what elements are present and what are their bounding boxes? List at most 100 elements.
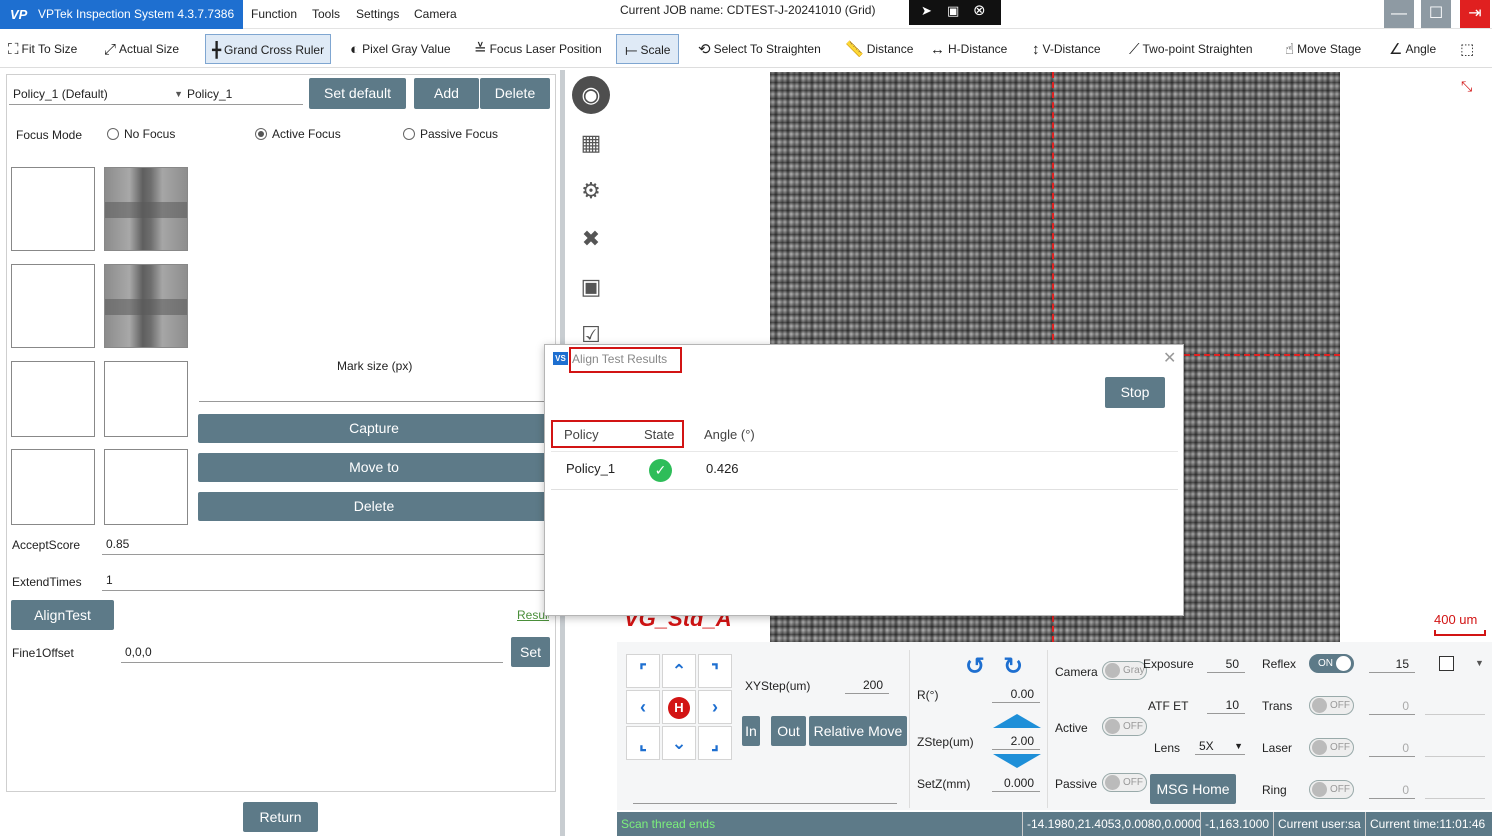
select-to-straighten-button[interactable]: ⟲ Select To Straighten bbox=[698, 34, 821, 64]
trans-toggle[interactable]: OFF bbox=[1309, 696, 1354, 715]
exposure-input[interactable]: 50 bbox=[1207, 655, 1245, 673]
home-button[interactable]: H bbox=[662, 690, 696, 724]
ring-select[interactable] bbox=[1425, 798, 1485, 799]
mark-slot[interactable] bbox=[11, 264, 95, 348]
v-distance-button[interactable]: ↕ V-Distance bbox=[1032, 34, 1101, 64]
h-distance-button[interactable]: ↔ H-Distance bbox=[930, 34, 1007, 64]
in-button[interactable]: In bbox=[742, 716, 760, 746]
active-toggle[interactable]: OFF bbox=[1102, 717, 1147, 736]
camera-icon[interactable]: ◉ bbox=[572, 76, 610, 114]
move-to-button[interactable]: Move to bbox=[198, 453, 550, 482]
atf-input[interactable]: 10 bbox=[1207, 696, 1245, 714]
mark-slot[interactable] bbox=[104, 449, 188, 525]
command-input[interactable] bbox=[633, 803, 897, 804]
laser-toggle[interactable]: OFF bbox=[1309, 738, 1354, 757]
align-test-button[interactable]: AlignTest bbox=[11, 600, 114, 630]
fine-offset-input[interactable]: 0,0,0 bbox=[121, 641, 503, 663]
mark-slot[interactable] bbox=[11, 361, 95, 437]
move-up-button[interactable]: ⌃ bbox=[662, 654, 696, 688]
ring-input[interactable]: 0 bbox=[1369, 781, 1415, 799]
settings-list-icon[interactable]: ⚙ bbox=[572, 172, 610, 210]
extend-times-input[interactable]: 1 bbox=[102, 569, 550, 591]
reflex-toggle[interactable]: ON bbox=[1309, 654, 1354, 673]
camera-gray-toggle[interactable]: Gray bbox=[1102, 661, 1147, 680]
grand-cross-ruler-button[interactable]: ╋ Grand Cross Ruler bbox=[205, 34, 332, 64]
z-up-icon[interactable] bbox=[993, 714, 1041, 728]
more-tools-icon[interactable]: ⬚ bbox=[1460, 34, 1486, 64]
laser-select[interactable] bbox=[1425, 756, 1485, 757]
exit-button[interactable]: ⇥ bbox=[1460, 0, 1490, 28]
menu-settings[interactable]: Settings bbox=[356, 0, 399, 29]
move-up-left-button[interactable]: ⌜ bbox=[626, 654, 660, 688]
minimize-button[interactable]: — bbox=[1384, 0, 1414, 28]
move-right-button[interactable]: › bbox=[698, 690, 732, 724]
move-down-left-button[interactable]: ⌞ bbox=[626, 726, 660, 760]
delete-policy-button[interactable]: Delete bbox=[480, 78, 550, 109]
reflex-input[interactable]: 15 bbox=[1369, 655, 1415, 673]
move-left-button[interactable]: ‹ bbox=[626, 690, 660, 724]
trans-input[interactable]: 0 bbox=[1369, 697, 1415, 715]
passive-toggle[interactable]: OFF bbox=[1102, 773, 1147, 792]
set-offset-button[interactable]: Set bbox=[511, 637, 550, 667]
set-default-button[interactable]: Set default bbox=[309, 78, 406, 109]
relative-move-button[interactable]: Relative Move bbox=[809, 716, 907, 746]
msg-home-button[interactable]: MSG Home bbox=[1150, 774, 1236, 804]
laser-input[interactable]: 0 bbox=[1369, 739, 1415, 757]
radio-passive-focus[interactable]: Passive Focus bbox=[403, 127, 498, 141]
rotation-input[interactable]: 0.00 bbox=[992, 685, 1040, 703]
close-icon[interactable]: ✕ bbox=[1163, 348, 1176, 368]
z-down-icon[interactable] bbox=[993, 754, 1041, 768]
setz-input[interactable]: 0.000 bbox=[992, 774, 1040, 792]
move-up-right-button[interactable]: ⌝ bbox=[698, 654, 732, 688]
expand-arrows-icon[interactable]: ⤡ bbox=[1461, 78, 1472, 95]
rotate-ccw-icon[interactable]: ↺ bbox=[965, 652, 985, 681]
close-circle-icon[interactable]: ⊗ bbox=[973, 1, 986, 19]
trans-select[interactable] bbox=[1425, 714, 1485, 715]
screen-icon[interactable]: ▣ bbox=[947, 3, 959, 19]
mark-slot[interactable] bbox=[11, 449, 95, 525]
image-icon[interactable]: ▣ bbox=[572, 268, 610, 306]
reflex-checkbox[interactable] bbox=[1439, 656, 1454, 671]
pixel-gray-value-button[interactable]: ◐ Pixel Gray Value bbox=[350, 34, 451, 64]
chevron-down-icon[interactable]: ▼ bbox=[1475, 658, 1484, 668]
accept-score-input[interactable]: 0.85 bbox=[102, 533, 550, 555]
actual-size-button[interactable]: ⤢ Actual Size bbox=[104, 34, 179, 64]
menu-camera[interactable]: Camera bbox=[414, 0, 457, 29]
add-button[interactable]: Add bbox=[414, 78, 479, 109]
return-button[interactable]: Return bbox=[243, 802, 318, 832]
angle-button[interactable]: ∠ Angle bbox=[1389, 34, 1436, 64]
move-down-right-button[interactable]: ⌟ bbox=[698, 726, 732, 760]
focus-laser-position-button[interactable]: ≚ Focus Laser Position bbox=[474, 34, 602, 64]
distance-button[interactable]: 📏 Distance bbox=[845, 34, 913, 64]
rotate-cw-icon[interactable]: ↻ bbox=[1003, 652, 1023, 681]
fit-to-size-button[interactable]: ⛶ Fit To Size bbox=[8, 34, 77, 64]
radio-no-focus[interactable]: No Focus bbox=[107, 127, 175, 141]
ring-toggle[interactable]: OFF bbox=[1309, 780, 1354, 799]
mark-image[interactable] bbox=[104, 167, 188, 251]
move-stage-button[interactable]: ☝ Move Stage bbox=[1285, 34, 1361, 64]
lens-select[interactable]: 5X ▼ bbox=[1195, 737, 1245, 755]
maximize-button[interactable]: ☐ bbox=[1421, 0, 1451, 28]
move-down-button[interactable]: ⌄ bbox=[662, 726, 696, 760]
xystep-input[interactable]: 200 bbox=[845, 676, 889, 694]
mark-slot[interactable] bbox=[11, 167, 95, 251]
mark-size-input[interactable] bbox=[199, 401, 549, 402]
policy-select[interactable]: Policy_1 (Default) ▼ bbox=[9, 83, 185, 105]
zstep-input[interactable]: 2.00 bbox=[992, 732, 1040, 750]
radio-active-focus[interactable]: Active Focus bbox=[255, 127, 341, 141]
menu-function[interactable]: Function bbox=[251, 0, 297, 29]
send-icon[interactable]: ➤ bbox=[921, 3, 932, 19]
tools-icon[interactable]: ✖ bbox=[572, 220, 610, 258]
stop-button[interactable]: Stop bbox=[1105, 377, 1165, 408]
two-point-straighten-button[interactable]: ⟋ Two-point Straighten bbox=[1129, 34, 1253, 64]
table-row[interactable]: Policy_1 ✓ 0.426 bbox=[551, 452, 1178, 490]
mark-slot[interactable] bbox=[104, 361, 188, 437]
menu-tools[interactable]: Tools bbox=[312, 0, 340, 29]
policy-name-input[interactable]: Policy_1 bbox=[183, 83, 303, 105]
out-button[interactable]: Out bbox=[771, 716, 806, 746]
scale-button[interactable]: ⟝ Scale bbox=[616, 34, 680, 64]
capture-button[interactable]: Capture bbox=[198, 414, 550, 443]
mark-image[interactable] bbox=[104, 264, 188, 348]
delete-mark-button[interactable]: Delete bbox=[198, 492, 550, 521]
grid-icon[interactable]: ▦ bbox=[572, 124, 610, 162]
